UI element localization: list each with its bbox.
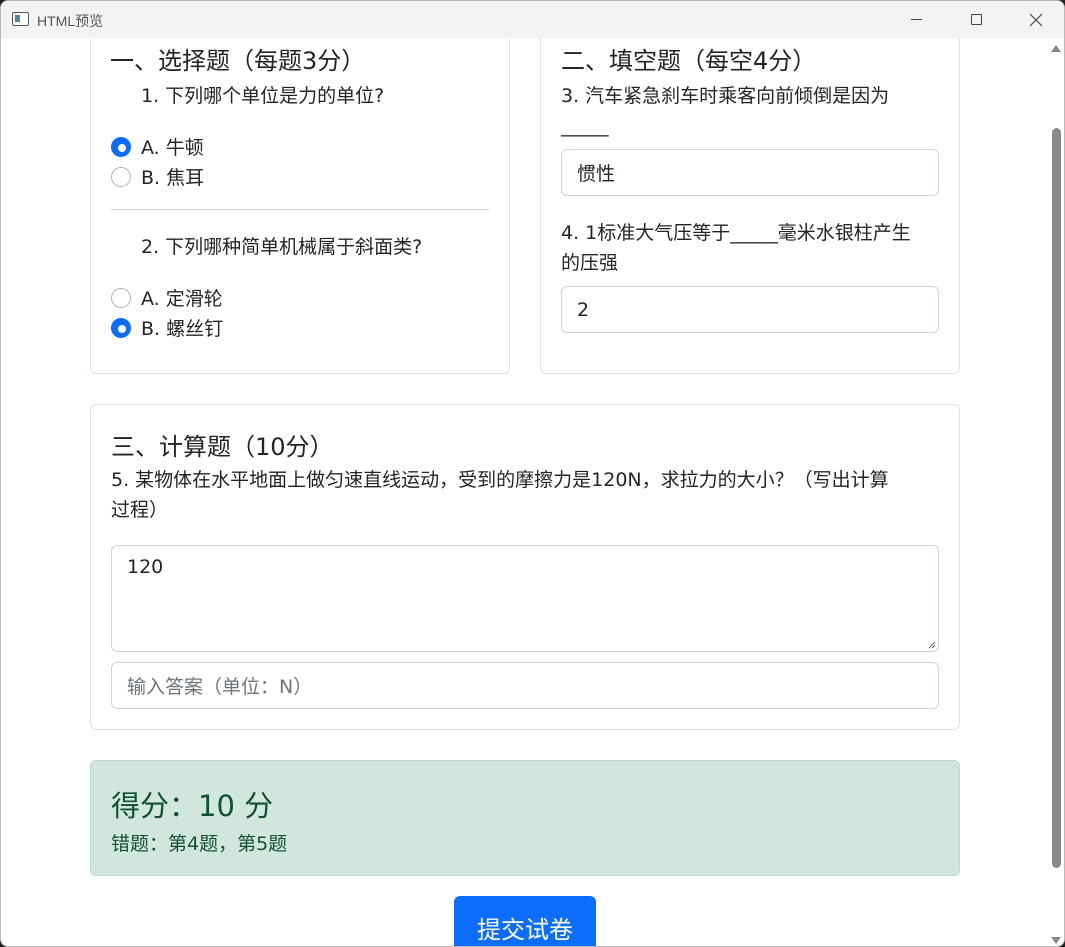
close-button[interactable] xyxy=(1013,1,1059,38)
question-5-process-textarea[interactable]: 120 xyxy=(111,545,939,652)
q1-option-a-label: A. 牛顿 xyxy=(141,137,204,159)
q1-option-b[interactable]: B. 焦耳 xyxy=(111,163,204,190)
q2-option-b-radio[interactable] xyxy=(111,317,131,338)
question-2-text: 2. 下列哪种简单机械属于斜面类? xyxy=(141,236,423,258)
question-5-text-line2: 过程） xyxy=(111,499,169,521)
score-text: 得分：10 分 xyxy=(111,789,274,823)
q2-option-b[interactable]: B. 螺丝钉 xyxy=(111,314,223,341)
choice-section-title: 一、选择题（每题3分） xyxy=(110,47,366,75)
q1-option-a[interactable]: A. 牛顿 xyxy=(111,133,204,160)
question-4-text-line2: 的压强 xyxy=(561,252,619,274)
minimize-icon xyxy=(910,19,922,20)
fill-blank-section-title: 二、填空题（每空4分） xyxy=(561,47,817,75)
vertical-scrollbar[interactable] xyxy=(1048,38,1064,946)
question-5-text-line1: 5. 某物体在水平地面上做匀速直线运动，受到的摩擦力是120N，求拉力的大小？（… xyxy=(111,469,889,491)
close-icon xyxy=(1029,13,1043,26)
q2-option-a-radio[interactable] xyxy=(111,287,131,308)
resize-handle-icon[interactable] xyxy=(926,639,936,649)
title-bar: HTML预览 xyxy=(1,1,1064,38)
q2-option-a-label: A. 定滑轮 xyxy=(141,288,223,310)
calculation-section-card: 三、计算题（10分） 5. 某物体在水平地面上做匀速直线运动，受到的摩擦力是12… xyxy=(90,404,960,730)
question-3-text-line1: 3. 汽车紧急刹车时乘客向前倾倒是因为 xyxy=(561,85,890,107)
page-content: 一、选择题（每题3分） 1. 下列哪个单位是力的单位? A. 牛顿 B. 焦耳 … xyxy=(1,38,1049,946)
scroll-up-icon[interactable] xyxy=(1051,45,1061,52)
submit-button[interactable]: 提交试卷 xyxy=(454,896,596,946)
maximize-icon xyxy=(970,14,982,25)
q2-option-b-label: B. 螺丝钉 xyxy=(141,318,224,340)
question-3-input[interactable]: 惯性 xyxy=(561,149,939,196)
wrong-questions-text: 错题：第4题，第5题 xyxy=(111,833,288,855)
question-5-process-value: 120 xyxy=(127,556,164,578)
maximize-button[interactable] xyxy=(953,1,999,38)
question-divider xyxy=(111,209,489,210)
q1-option-a-radio[interactable] xyxy=(111,136,131,157)
q1-option-b-label: B. 焦耳 xyxy=(141,167,205,189)
app-icon xyxy=(12,12,29,26)
question-4-text-line1: 4. 1标准大气压等于_____毫米水银柱产生 xyxy=(561,222,911,244)
q1-option-b-radio[interactable] xyxy=(111,166,131,187)
scroll-thumb[interactable] xyxy=(1052,128,1061,868)
result-alert: 得分：10 分 错题：第4题，第5题 xyxy=(90,760,960,876)
fill-blank-section-card: 二、填空题（每空4分） 3. 汽车紧急刹车时乘客向前倾倒是因为 _____ 惯性… xyxy=(540,38,960,374)
question-1-text: 1. 下列哪个单位是力的单位? xyxy=(141,85,385,107)
q2-option-a[interactable]: A. 定滑轮 xyxy=(111,284,223,311)
window-title: HTML预览 xyxy=(37,13,104,29)
calculation-section-title: 三、计算题（10分） xyxy=(111,433,334,461)
scroll-down-icon[interactable] xyxy=(1051,937,1061,944)
question-4-input[interactable]: 2 xyxy=(561,286,939,333)
question-3-text-line2: _____ xyxy=(561,115,609,137)
app-window: HTML预览 一、选择题（每题3分） 1. 下列哪个单位是力的单位? A. 牛顿… xyxy=(0,0,1065,947)
choice-section-card: 一、选择题（每题3分） 1. 下列哪个单位是力的单位? A. 牛顿 B. 焦耳 … xyxy=(90,38,510,374)
minimize-button[interactable] xyxy=(893,1,939,38)
question-5-answer-input[interactable]: 输入答案（单位：N） xyxy=(111,662,939,709)
